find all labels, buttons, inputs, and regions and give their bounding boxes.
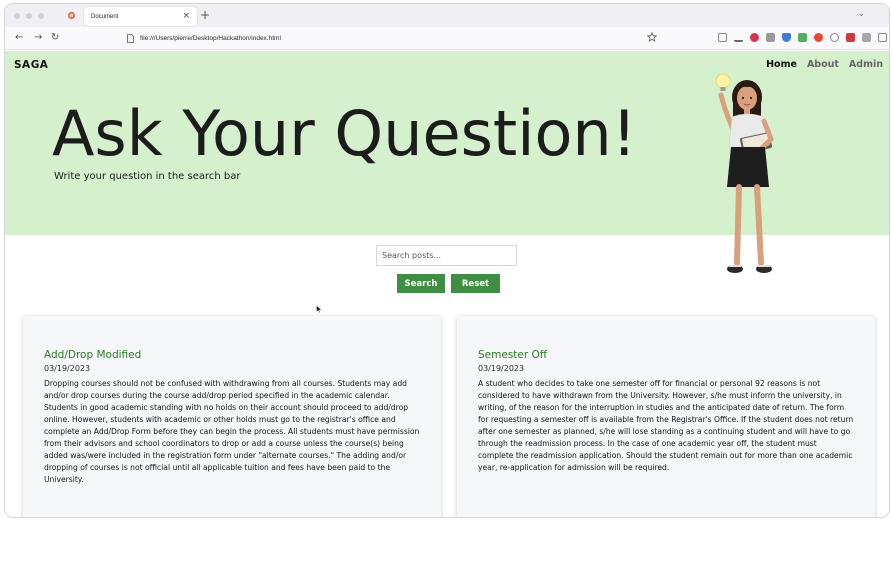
- new-tab-button[interactable]: +: [200, 8, 210, 22]
- post-date: 03/19/2023: [44, 364, 91, 373]
- extension-green-icon[interactable]: [798, 33, 807, 42]
- bookmark-star-icon[interactable]: [647, 32, 657, 42]
- extension-share-icon[interactable]: [878, 33, 887, 42]
- post-date: 03/19/2023: [478, 364, 525, 373]
- search-input[interactable]: [376, 245, 517, 266]
- post-title[interactable]: Add/Drop Modified: [44, 349, 141, 361]
- browser-tab[interactable]: Document ×: [84, 7, 197, 26]
- web-page: SAGA Home About Admin Ask Your Question!…: [5, 51, 889, 517]
- page-icon: [127, 34, 134, 43]
- student-illustration: [715, 73, 774, 273]
- post-card: Add/Drop Modified 03/19/2023 Dropping co…: [23, 316, 441, 517]
- close-window-button[interactable]: [14, 12, 20, 19]
- window-controls: [14, 12, 44, 19]
- tab-title: Document: [91, 13, 119, 20]
- tab-bar: Document × + ⌄: [5, 4, 889, 27]
- download-icon[interactable]: [734, 33, 743, 42]
- reset-button[interactable]: Reset: [451, 274, 500, 293]
- hero-subtitle: Write your question in the search bar: [54, 171, 241, 182]
- search-button[interactable]: Search: [397, 274, 445, 293]
- post-card: Semester Off 03/19/2023 A student who de…: [457, 316, 875, 517]
- url-bar[interactable]: file:///Users/pierre/Desktop/Hackathon/i…: [123, 30, 663, 47]
- extension-puzzle-icon[interactable]: [862, 33, 871, 42]
- tab-close-icon[interactable]: ×: [182, 11, 190, 21]
- url-text: file:///Users/pierre/Desktop/Hackathon/i…: [140, 35, 281, 42]
- extension-circle-icon[interactable]: [830, 33, 839, 42]
- extension-grey-icon[interactable]: [766, 33, 775, 42]
- mouse-cursor-icon: [316, 305, 322, 313]
- extension-flag-icon[interactable]: [846, 33, 855, 42]
- back-button[interactable]: ←: [15, 32, 23, 44]
- shield-icon[interactable]: [782, 33, 791, 42]
- maximize-window-button[interactable]: [38, 12, 44, 19]
- pocket-icon[interactable]: [718, 33, 727, 42]
- extension-icons: [718, 33, 889, 42]
- minimize-window-button[interactable]: [26, 12, 32, 19]
- nav-link-admin[interactable]: Admin: [849, 59, 883, 70]
- extension-red-icon[interactable]: [750, 33, 759, 42]
- reload-button[interactable]: ↻: [51, 32, 59, 44]
- navigation-bar: ← → ↻ file:///Users/pierre/Desktop/Hacka…: [5, 27, 889, 50]
- tab-list-chevron-icon[interactable]: ⌄: [857, 9, 865, 19]
- site-logo[interactable]: SAGA: [14, 59, 48, 71]
- firefox-view-icon[interactable]: [67, 11, 76, 20]
- nav-link-about[interactable]: About: [807, 59, 839, 70]
- post-title[interactable]: Semester Off: [478, 349, 547, 361]
- post-body: Dropping courses should not be confused …: [44, 379, 420, 484]
- hero-title: Ask Your Question!: [52, 97, 637, 170]
- post-body: A student who decides to take one semest…: [478, 379, 854, 472]
- forward-button[interactable]: →: [34, 32, 42, 44]
- extension-orange-icon[interactable]: [814, 33, 823, 42]
- browser-window: Document × + ⌄ ← → ↻ file:///Users/pierr…: [4, 3, 890, 518]
